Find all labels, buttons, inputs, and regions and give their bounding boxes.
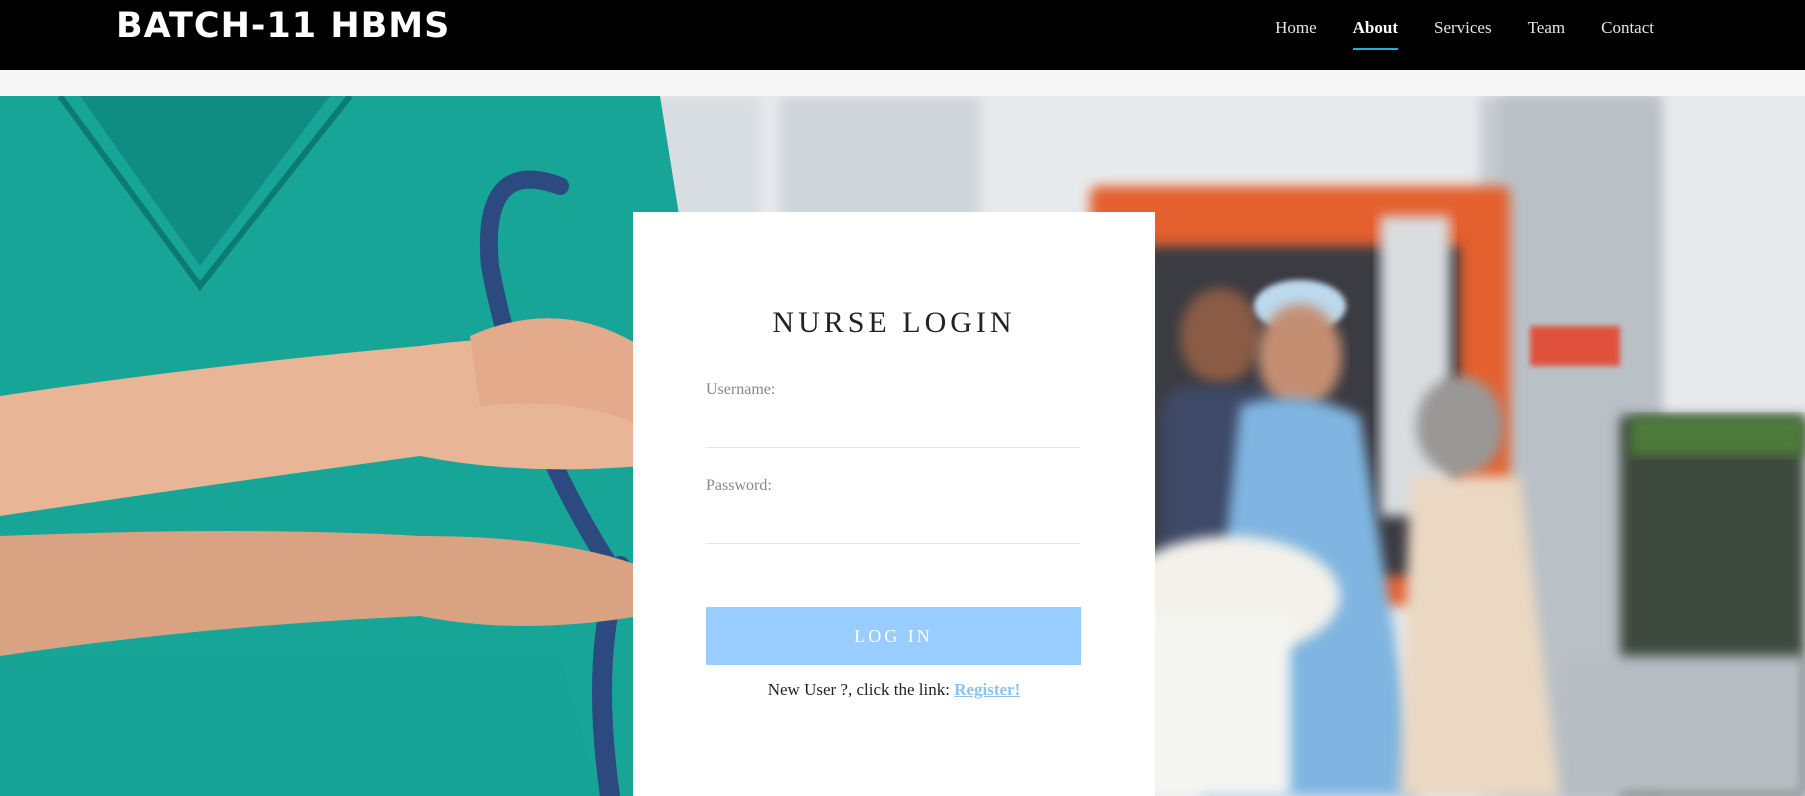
nav-item-about[interactable]: About <box>1335 0 1416 70</box>
username-label: Username: <box>706 381 776 398</box>
header-spacer <box>0 70 1805 96</box>
register-prompt-text: New User ?, click the link: <box>767 680 955 699</box>
brand-logo[interactable]: BATCH-11 HBMS <box>116 4 450 48</box>
username-input[interactable] <box>706 414 1080 448</box>
login-button[interactable]: LOG IN <box>706 607 1081 665</box>
active-nav-indicator <box>1352 48 1398 50</box>
nav-item-label: Contact <box>1601 18 1654 37</box>
top-navbar: BATCH-11 HBMS Home About Services Team C… <box>0 0 1805 70</box>
main-nav: Home About Services Team Contact <box>1257 0 1672 70</box>
nav-item-team[interactable]: Team <box>1510 0 1584 70</box>
nav-item-home[interactable]: Home <box>1257 0 1335 70</box>
login-card: NURSE LOGIN Username: Password: LOG IN N… <box>633 212 1155 796</box>
nav-item-label: Team <box>1527 18 1566 37</box>
register-link[interactable]: Register! <box>954 680 1020 699</box>
login-title: NURSE LOGIN <box>772 306 1016 339</box>
nav-item-services[interactable]: Services <box>1416 0 1510 70</box>
password-input[interactable] <box>706 510 1080 544</box>
password-label: Password: <box>706 477 772 494</box>
register-prompt: New User ?, click the link: Register! <box>633 680 1155 700</box>
nav-item-label: About <box>1352 18 1398 37</box>
nav-item-label: Home <box>1275 18 1317 37</box>
nav-item-contact[interactable]: Contact <box>1583 0 1672 70</box>
nav-item-label: Services <box>1434 18 1492 37</box>
